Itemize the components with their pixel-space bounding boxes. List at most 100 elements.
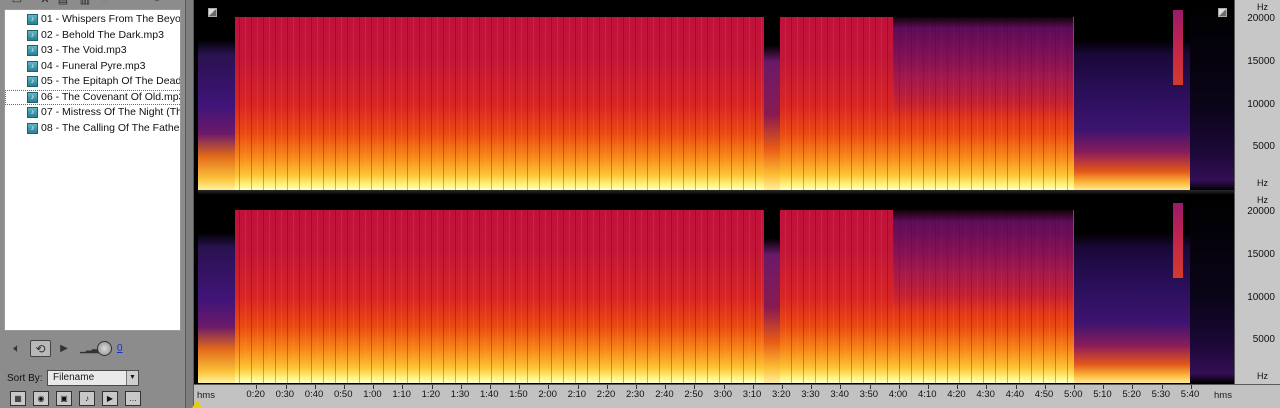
file-list-item[interactable]: ♪ 01 - Whispers From The Beyond. — [5, 12, 181, 27]
time-tick-label: 4:10 — [918, 389, 937, 400]
zoom-corner-right-icon[interactable] — [1218, 8, 1227, 17]
audio-file-icon: ♪ — [27, 107, 38, 118]
show-video-icon[interactable]: ▣ — [56, 391, 72, 406]
spectral-display[interactable]: Hz Hz 20000 15000 10000 5000 Hz Hz 20000 15000 100… — [192, 0, 1280, 408]
panel-splitter[interactable] — [185, 0, 194, 408]
time-tick-label: 4:20 — [947, 389, 966, 400]
file-name: 01 - Whispers From The Beyond. — [41, 13, 181, 25]
file-list-item[interactable]: ♪ 06 - The Covenant Of Old.mp3 — [5, 89, 180, 105]
edit-file-icon[interactable]: ▤ — [56, 0, 70, 6]
time-tick-label: 2:20 — [596, 389, 616, 400]
file-name: 02 - Behold The Dark.mp3 — [41, 28, 164, 41]
file-list[interactable]: ♪ 01 - Whispers From The Beyond. ♪ 02 - Beh… — [4, 9, 181, 331]
audio-file-icon: ♪ — [27, 60, 38, 72]
time-unit-label-right: hms — [1214, 390, 1232, 401]
time-tick-label: 1:20 — [421, 389, 441, 400]
time-tick-mark — [402, 385, 404, 389]
time-tick-label: 0:30 — [275, 389, 295, 400]
file-list-item[interactable]: ♪08 - The Calling Of The Father.mp — [5, 121, 180, 136]
zoom-corner-left-icon[interactable] — [208, 8, 217, 17]
sort-value: Filename — [53, 372, 95, 383]
time-ruler[interactable]: hms hms 0:20 0:30 0:40 0:50 1:00 1:10 1:20 1:30… — [192, 384, 1280, 408]
time-tick-mark — [431, 385, 433, 389]
time-tick-mark — [285, 385, 287, 389]
playhead-marker[interactable] — [192, 400, 202, 408]
insert-file-icon[interactable]: ▥ — [78, 0, 92, 6]
time-tick-mark — [636, 385, 637, 389]
audio-file-icon: ♪ — [27, 29, 38, 41]
file-name: 05 - The Epitaph Of The Dead.m — [41, 75, 181, 87]
time-tick-label: 3:20 — [772, 389, 791, 400]
time-tick-mark — [1161, 385, 1163, 389]
time-tick-label: 5:20 — [1122, 389, 1141, 400]
time-tick-mark — [314, 385, 316, 389]
frequency-unit-label: Hz — [1257, 178, 1268, 188]
show-loops-icon[interactable]: ◉ — [33, 391, 49, 406]
full-paths-icon[interactable]: … — [125, 391, 141, 406]
time-tick-mark — [606, 385, 608, 389]
time-tick-label: 0:50 — [334, 389, 353, 400]
channel-right-spectrogram[interactable] — [198, 195, 1234, 383]
time-tick-label: 4:40 — [1005, 389, 1025, 400]
file-list-item[interactable]: ♪07 - Mistress Of The Night (The C — [5, 105, 180, 120]
file-list-item[interactable]: ♪ 03 - The Void.mp3 — [5, 43, 180, 58]
frequency-tick-label: 10000 — [1247, 98, 1275, 110]
spectrogram-spike — [1173, 202, 1183, 278]
speaker-icon[interactable]: 🔈︎ — [8, 340, 26, 357]
time-tick-label: 3:10 — [742, 389, 762, 400]
frequency-ruler[interactable]: Hz Hz 20000 15000 10000 5000 Hz Hz 20000 15000 100… — [1234, 0, 1280, 384]
auto-play-icon[interactable]: ▶ — [102, 391, 118, 406]
chevron-down-icon[interactable]: ▼ — [126, 371, 138, 385]
time-tick-mark — [373, 385, 375, 389]
sort-select[interactable]: Filename ▼ — [47, 370, 139, 386]
volume-meter-icon: ▁▂▃▅ — [80, 343, 105, 353]
spectrogram-spike — [1173, 9, 1183, 85]
time-tick-label: 3:50 — [859, 389, 879, 400]
time-tick-mark — [1190, 385, 1192, 389]
close-file-icon[interactable]: ✕ — [38, 0, 52, 6]
time-tick-mark — [782, 385, 783, 389]
time-tick-mark — [256, 385, 258, 389]
spectrogram-faded-region — [893, 195, 1073, 383]
time-tick-label: 1:40 — [480, 389, 499, 400]
time-tick-label: 0:20 — [246, 389, 265, 400]
time-tick-mark — [1132, 385, 1134, 389]
channel-left-spectrogram[interactable] — [198, 2, 1234, 190]
frequency-unit-label: Hz — [1257, 195, 1268, 205]
show-midi-icon[interactable]: ♪ — [79, 391, 95, 406]
frequency-unit-label: Hz — [1257, 2, 1268, 12]
time-tick-mark — [811, 385, 813, 389]
time-tick-label: 5:40 — [1180, 389, 1200, 400]
file-list-item[interactable]: ♪ 02 - Behold The Dark.mp3 — [5, 28, 180, 43]
files-bottom-toolbar: ▦ ◉ ▣ ♪ ▶ … — [0, 390, 185, 408]
time-tick-label: 5:00 — [1064, 389, 1083, 400]
time-tick-mark — [344, 385, 345, 389]
time-tick-label: 3:40 — [830, 389, 849, 400]
time-tick-label: 1:50 — [509, 389, 528, 400]
open-file-icon[interactable]: ▭ — [10, 0, 24, 6]
file-list-item[interactable]: ♪ 04 - Funeral Pyre.mp3 — [5, 59, 180, 74]
file-name: 03 - The Void.mp3 — [41, 44, 127, 56]
time-tick-mark — [723, 385, 725, 389]
time-tick-label: 2:30 — [626, 389, 645, 400]
file-name: 04 - Funeral Pyre.mp3 — [41, 59, 146, 72]
file-info-icon[interactable]: ◔ — [98, 0, 112, 6]
volume-knob[interactable] — [97, 341, 112, 356]
time-tick-mark — [869, 385, 871, 389]
time-tick-mark — [840, 385, 842, 389]
time-tick-mark — [665, 385, 667, 389]
volume-value[interactable]: 0 — [117, 343, 123, 354]
panel-options-icon[interactable]: ▫ — [150, 0, 164, 6]
time-tick-mark — [752, 385, 754, 389]
loop-button[interactable]: ⟲ — [30, 340, 51, 357]
time-tick-label: 1:30 — [450, 389, 470, 400]
time-tick-mark — [898, 385, 900, 389]
spectrogram-tail-region — [1190, 2, 1234, 190]
time-tick-label: 0:40 — [304, 389, 324, 400]
play-button[interactable]: ▶ — [58, 340, 70, 357]
show-files-icon[interactable]: ▦ — [10, 391, 26, 406]
frequency-tick-label: 5000 — [1252, 334, 1275, 346]
spectrogram-faded-region — [893, 2, 1073, 190]
file-list-item[interactable]: ♪ 05 - The Epitaph Of The Dead.m — [5, 74, 181, 89]
audio-file-icon: ♪ — [27, 122, 38, 134]
